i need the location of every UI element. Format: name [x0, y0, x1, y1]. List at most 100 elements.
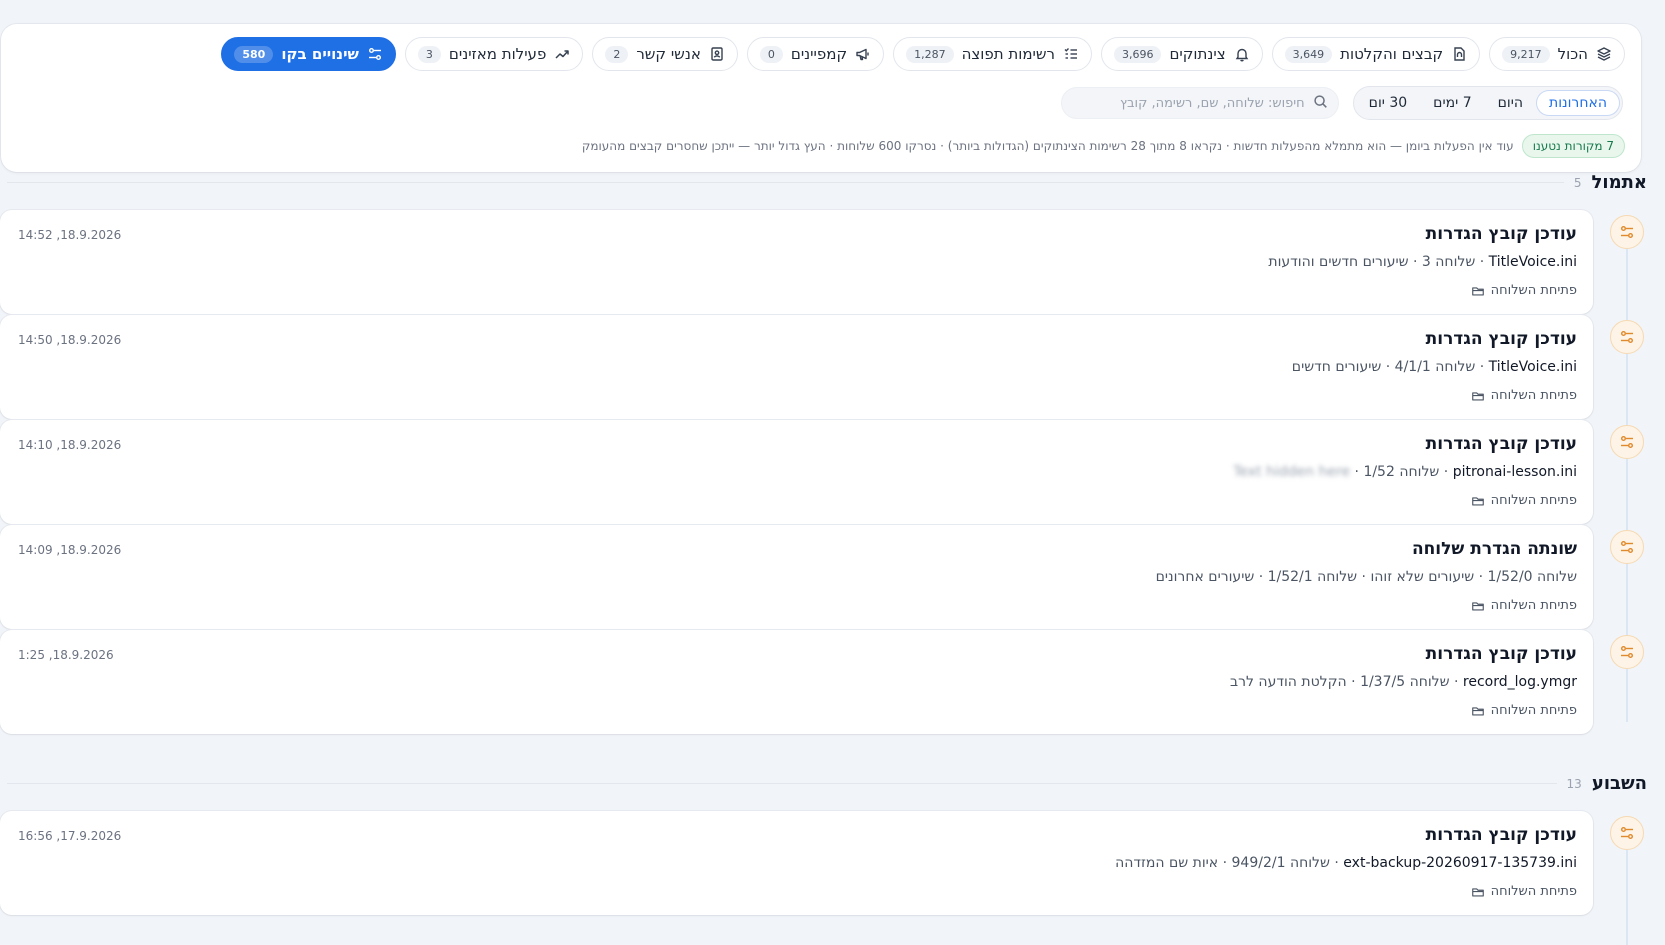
section-header: אתמול 5 [7, 172, 1647, 193]
folder-icon [1471, 284, 1485, 298]
activity-file: ext-backup-20260917-135739.ini [1343, 855, 1577, 871]
list-check-icon [1063, 46, 1079, 62]
open-extension-label: פתיחת השלוחה [1490, 703, 1577, 718]
search-box[interactable] [1060, 87, 1339, 119]
activity-title: עודכן קובץ הגדרות [1425, 224, 1577, 244]
folder-icon [1471, 885, 1485, 899]
settings-sliders-icon [1619, 539, 1635, 555]
activity-meta: TitleVoice.ini · שלוחה 4/1/1 · שיעורים ח… [1291, 359, 1577, 375]
activity-card: עודכן קובץ הגדרות pitronai-lesson.ini · ש… [0, 420, 1593, 524]
bell-icon [1234, 46, 1250, 62]
filter-chip-count: 3 [417, 45, 441, 63]
filter-chip-count: 2 [605, 45, 629, 63]
open-extension-link[interactable]: פתיחת השלוחה [1471, 884, 1577, 899]
activity-timestamp: 14:50 ,18.9.2026 [18, 333, 122, 347]
open-extension-link[interactable]: פתיחת השלוחה [1471, 283, 1577, 298]
activity-title: עודכן קובץ הגדרות [1425, 825, 1577, 845]
filter-chip-label: רשימות תפוצה [961, 45, 1055, 63]
filter-row: האחרונות היום 7 ימים 30 יום [1060, 86, 1623, 120]
settings-sliders-icon [367, 46, 383, 62]
contacts-book-icon [709, 46, 725, 62]
open-extension-label: פתיחת השלוחה [1490, 598, 1577, 613]
timeline-dot [1610, 320, 1644, 354]
file-audio-icon [1451, 46, 1467, 62]
folder-icon [1471, 704, 1485, 718]
folder-icon [1471, 494, 1485, 508]
open-extension-label: פתיחת השלוחה [1490, 388, 1577, 403]
timeline-dot [1610, 635, 1644, 669]
settings-sliders-icon [1619, 825, 1635, 841]
activity-details: שלוחה 1/52/0 · שיעורים שלא זוהו · שלוחה … [1155, 569, 1577, 585]
activity-meta: TitleVoice.ini · שלוחה 3 · שיעורים חדשים… [1268, 254, 1577, 270]
time-tab[interactable]: 7 ימים [1421, 91, 1483, 115]
time-tab[interactable]: היום [1486, 91, 1535, 115]
open-extension-label: פתיחת השלוחה [1490, 283, 1577, 298]
filter-chip[interactable]: צינתוקים 3,696 [1100, 37, 1263, 71]
filter-chip-label: קמפיינים [790, 45, 848, 63]
open-extension-link[interactable]: פתיחת השלוחה [1471, 388, 1577, 403]
settings-sliders-icon [1619, 434, 1635, 450]
layers-icon [1596, 46, 1612, 62]
filter-chip-label: הכול [1557, 45, 1588, 63]
filter-chip-label: צינתוקים [1169, 45, 1226, 63]
activity-details: שלוחה 3 · שיעורים חדשים והודעות [1268, 254, 1476, 270]
filter-chip-label: שינויים בקו [281, 45, 359, 63]
filter-chip-count: 580 [234, 45, 274, 63]
activity-title: שונתה הגדרת שלוחה [1411, 539, 1577, 559]
open-extension-link[interactable]: פתיחת השלוחה [1471, 493, 1577, 508]
filter-chip[interactable]: קמפיינים 0 [746, 37, 885, 71]
category-chips: הכול 9,217 קבצים והקלטות 3,649 צינתוקים 3,696… [221, 37, 1625, 71]
filter-chip-label: קבצים והקלטות [1340, 45, 1444, 63]
filter-chip-count: 1,287 [906, 45, 954, 63]
sources-loaded-badge: 7 מקורות נטענו [1521, 134, 1625, 158]
filter-chip[interactable]: קבצים והקלטות 3,649 [1271, 37, 1481, 71]
section-divider [7, 182, 1564, 183]
activity-meta: pitronai-lesson.ini · שלוחה 1/52 · Text … [1233, 464, 1577, 480]
open-extension-link[interactable]: פתיחת השלוחה [1471, 703, 1577, 718]
section-divider [7, 783, 1557, 784]
filter-chip-count: 3,696 [1113, 45, 1162, 63]
section-count: 5 [1573, 175, 1582, 190]
folder-icon [1471, 599, 1485, 613]
activity-title: עודכן קובץ הגדרות [1425, 644, 1577, 664]
megaphone-icon [855, 46, 871, 62]
filter-chip[interactable]: שינויים בקו 580 [221, 37, 396, 71]
open-extension-label: פתיחת השלוחה [1490, 493, 1577, 508]
activity-title: עודכן קובץ הגדרות [1425, 434, 1577, 454]
activity-details: שלוחה 4/1/1 · שיעורים חדשים [1291, 359, 1476, 375]
filter-panel: הכול 9,217 קבצים והקלטות 3,649 צינתוקים 3,696… [1, 24, 1641, 172]
activity-file: pitronai-lesson.ini [1452, 464, 1577, 480]
scan-info-text: עוד אין הפעלות ביומן — הוא מתמלא מהפעלות… [581, 139, 1514, 153]
section-header: השבוע 13 [7, 773, 1647, 794]
time-tab[interactable]: האחרונות [1537, 91, 1619, 115]
activity-details: שלוחה 1/52 · [1354, 464, 1440, 480]
trend-up-icon [554, 46, 570, 62]
search-input[interactable] [1071, 94, 1307, 112]
activity-timestamp: 14:09 ,18.9.2026 [18, 543, 122, 557]
time-range-tabs: האחרונות היום 7 ימים 30 יום [1352, 86, 1623, 120]
search-icon [1313, 94, 1328, 113]
filter-chip[interactable]: הכול 9,217 [1489, 37, 1625, 71]
open-extension-label: פתיחת השלוחה [1490, 884, 1577, 899]
activity-timestamp: 16:56 ,17.9.2026 [18, 829, 122, 843]
settings-sliders-icon [1619, 224, 1635, 240]
activity-timestamp: 14:10 ,18.9.2026 [18, 438, 122, 452]
activity-card: עודכן קובץ הגדרות TitleVoice.ini · שלוחה … [0, 210, 1593, 314]
open-extension-link[interactable]: פתיחת השלוחה [1471, 598, 1577, 613]
filter-chip-label: פעילות מאזינים [448, 45, 547, 63]
timeline-dot [1610, 816, 1644, 850]
time-tab[interactable]: 30 יום [1357, 91, 1420, 115]
filter-chip-label: אנשי קשר [636, 45, 701, 63]
filter-chip-count: 0 [759, 45, 783, 63]
activity-title: עודכן קובץ הגדרות [1425, 329, 1577, 349]
folder-icon [1471, 389, 1485, 403]
filter-chip[interactable]: אנשי קשר 2 [592, 37, 738, 71]
activity-details: שלוחה 1/37/5 · הקלטת הודעה לרב [1230, 674, 1450, 690]
timeline-dot [1610, 530, 1644, 564]
status-row: 7 מקורות נטענו עוד אין הפעלות ביומן — הו… [582, 134, 1625, 158]
filter-chip[interactable]: רשימות תפוצה 1,287 [893, 37, 1092, 71]
activity-file: record_log.ymgr [1462, 674, 1577, 690]
filter-chip[interactable]: פעילות מאזינים 3 [404, 37, 584, 71]
blurred-extension-name: Text hidden here [1233, 464, 1351, 480]
activity-card: שונתה הגדרת שלוחה שלוחה 1/52/0 · שיעורים … [0, 525, 1593, 629]
